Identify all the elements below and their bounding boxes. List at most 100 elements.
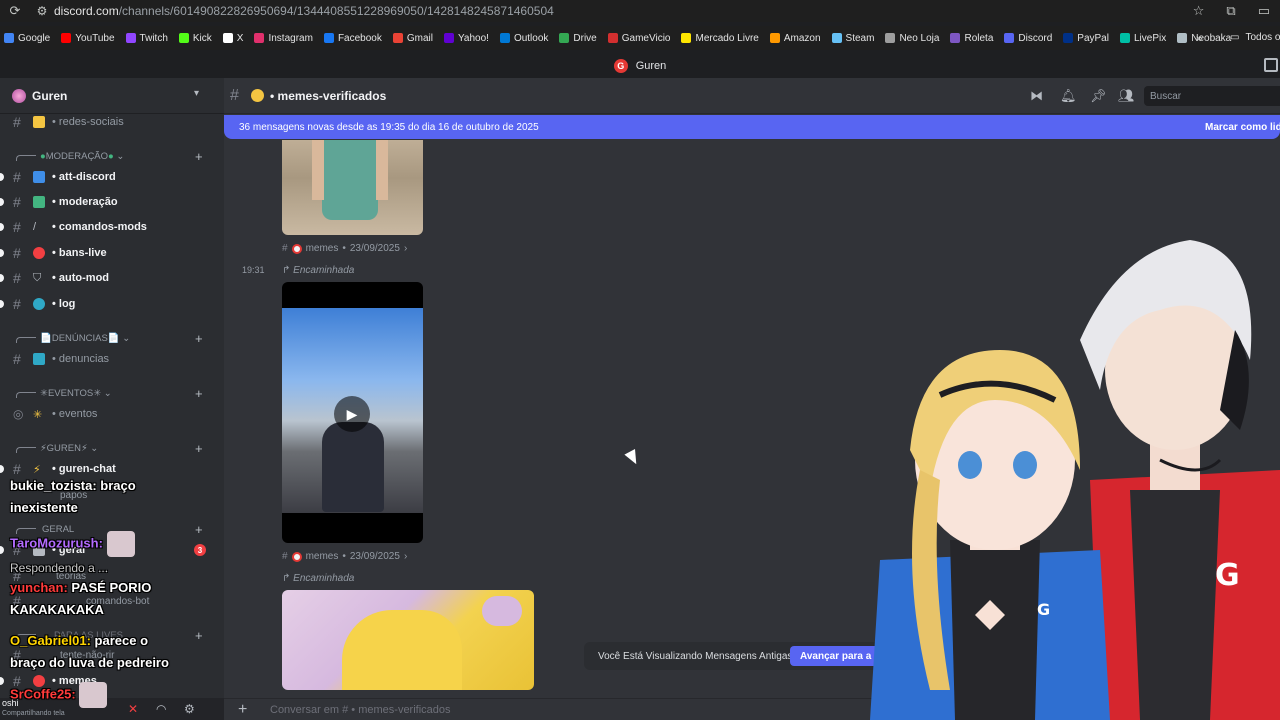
gear-icon[interactable]: ⚙: [184, 702, 195, 716]
app-title: Guren: [635, 60, 667, 72]
hash-icon: #: [13, 114, 21, 130]
site-settings-icon[interactable]: ⚙: [30, 4, 54, 18]
category-guren[interactable]: ⚡GUREN⚡ ⌄ +: [0, 439, 224, 457]
search-input[interactable]: Buscar: [1144, 86, 1280, 106]
more-bookmarks-icon[interactable]: »: [1196, 31, 1203, 45]
bookmark-x[interactable]: X: [222, 33, 243, 44]
bookmark-outlook[interactable]: Outlook: [499, 33, 548, 44]
channel-papos[interactable]: papos: [0, 484, 224, 506]
bookmark-roleta[interactable]: Roleta: [950, 33, 993, 44]
bookmark-twitch[interactable]: Twitch: [125, 33, 168, 44]
channel-auto-mod[interactable]: # ⛉ • auto-mod: [0, 267, 224, 289]
reload-icon[interactable]: ⟳: [0, 3, 30, 19]
bookmark-favicon-icon: [831, 33, 842, 43]
bookmark-paypal[interactable]: PayPal: [1063, 33, 1109, 44]
add-channel-icon[interactable]: +: [195, 386, 203, 401]
category-para-as-lives[interactable]: PARA AS LIVES +: [0, 626, 224, 644]
browser-url-bar: ⟳ ⚙ discord.com/channels/601490822826950…: [0, 0, 1280, 22]
bookmark-youtube[interactable]: YouTube: [61, 33, 115, 44]
bookmark-favicon-icon: [885, 33, 896, 43]
channel-log[interactable]: # • log: [0, 293, 224, 315]
attach-plus-icon[interactable]: +: [238, 701, 247, 719]
channel-denuncias[interactable]: # • denuncias: [0, 348, 224, 370]
video-attachment[interactable]: ▶: [282, 282, 423, 543]
source-icon: [291, 551, 302, 562]
meme-image[interactable]: [282, 590, 534, 690]
chevron-down-icon[interactable]: ▾: [194, 88, 199, 99]
bookmark-steam[interactable]: Steam: [831, 33, 874, 44]
forward-source[interactable]: # memes • 23/09/2025 ›: [282, 243, 407, 254]
bookmark-neobaka[interactable]: Neobaka: [1177, 33, 1231, 44]
category-moderacao[interactable]: ●MODERAÇÃO● ⌄ +: [0, 147, 224, 165]
message-input[interactable]: Conversar em # • memes-verificados: [270, 704, 451, 716]
channel-redes-sociais[interactable]: # • redes-sociais: [0, 111, 224, 133]
bookmark-yahoo-[interactable]: Yahoo!: [443, 33, 489, 44]
channel-tente-nao-rir[interactable]: # tente-não-rir: [0, 644, 224, 666]
bookmark-mercado-livre[interactable]: Mercado Livre: [681, 33, 759, 44]
play-icon[interactable]: ▶: [334, 396, 370, 432]
extensions-icon[interactable]: ⧉: [1226, 3, 1235, 19]
all-bookmarks-folder[interactable]: ▭ Todos o: [1230, 32, 1280, 43]
username: oshi: [2, 698, 19, 708]
add-channel-icon[interactable]: +: [195, 149, 203, 164]
members-icon[interactable]: 👥︎: [1118, 88, 1135, 104]
bookmark-amazon[interactable]: Amazon: [769, 33, 821, 44]
bookmark-facebook[interactable]: Facebook: [323, 33, 382, 44]
add-channel-icon[interactable]: +: [195, 441, 203, 456]
old-messages-text: Você Está Visualizando Mensagens Antigas: [598, 650, 793, 662]
channel-comandos-bot[interactable]: # comandos-bot: [0, 590, 224, 612]
bookmark-label: PayPal: [1077, 32, 1109, 44]
address-field[interactable]: discord.com/channels/601490822826950694/…: [54, 4, 554, 18]
channel-geral[interactable]: # • geral 3: [0, 539, 224, 561]
bookmark-google[interactable]: Google: [4, 33, 50, 44]
category-label: PARA AS LIVES: [54, 629, 124, 641]
new-messages-bar[interactable]: 36 mensagens novas desde as 19:35 do dia…: [224, 115, 1280, 139]
message-composer: + Conversar em # • memes-verificados: [224, 698, 1280, 720]
channel-att-discord[interactable]: # • att-discord: [0, 166, 224, 188]
jump-to-present-button[interactable]: Avançar para a: [790, 646, 882, 666]
channel-memes[interactable]: # • memes: [0, 670, 224, 692]
server-header[interactable]: Guren ▾: [0, 78, 224, 114]
bookmark-drive[interactable]: Drive: [559, 33, 597, 44]
deafen-icon[interactable]: ✕: [128, 702, 138, 716]
bookmark-favicon-icon: [254, 33, 265, 43]
add-channel-icon[interactable]: +: [195, 522, 203, 537]
channel-name: • guren-chat: [52, 463, 116, 475]
channel-teorias[interactable]: # teorias: [0, 565, 224, 587]
bookmark-gamevicio[interactable]: GameVicio: [607, 33, 670, 44]
bookmark-discord[interactable]: Discord: [1004, 33, 1052, 44]
threads-icon[interactable]: ⧓: [1030, 88, 1043, 104]
profile-icon[interactable]: ▭: [1258, 3, 1270, 19]
bookmark-livepix[interactable]: LivePix: [1119, 33, 1166, 44]
bookmark-kick[interactable]: Kick: [178, 33, 212, 44]
bookmark-gmail[interactable]: Gmail: [392, 33, 433, 44]
inbox-icon[interactable]: [1264, 58, 1278, 72]
bell-icon[interactable]: 🔔︎: [1060, 88, 1077, 104]
category-geral[interactable]: GERAL +: [0, 520, 224, 538]
channel-moderacao[interactable]: # • moderação: [0, 191, 224, 213]
add-channel-icon[interactable]: +: [195, 331, 203, 346]
pin-icon[interactable]: 📌︎: [1090, 88, 1107, 104]
channel-title: • memes-verificados: [270, 89, 387, 103]
mark-as-read-button[interactable]: Marcar como lida: [1205, 122, 1280, 133]
category-label: ●MODERAÇÃO● ⌄: [40, 150, 125, 162]
meme-image[interactable]: [282, 140, 423, 235]
bookmark-instagram[interactable]: Instagram: [254, 33, 313, 44]
forward-source[interactable]: # memes • 23/09/2025 ›: [282, 551, 407, 562]
bookmark-neo-loja[interactable]: Neo Loja: [885, 33, 939, 44]
hash-icon: #: [230, 86, 239, 104]
channel-name: • moderação: [52, 196, 118, 208]
bookmark-favicon-icon: [222, 33, 233, 43]
bookmark-favicon-icon: [1004, 33, 1015, 43]
bookmark-star-icon[interactable]: ☆: [1193, 3, 1205, 19]
forwarded-label: ↱ Encaminhada: [282, 265, 355, 276]
category-denuncias[interactable]: 📄DENÚNCIAS📄 ⌄ +: [0, 329, 224, 347]
headphones-icon[interactable]: ◠: [156, 702, 166, 716]
category-label: ⚡GUREN⚡ ⌄: [40, 442, 99, 454]
channel-guren-chat[interactable]: # ⚡ • guren-chat: [0, 458, 224, 480]
channel-bans-live[interactable]: # • bans-live: [0, 242, 224, 264]
channel-comandos-mods[interactable]: # / • comandos-mods: [0, 216, 224, 238]
add-channel-icon[interactable]: +: [195, 628, 203, 643]
category-eventos[interactable]: ✳EVENTOS✳ ⌄ +: [0, 384, 224, 402]
channel-eventos[interactable]: ◎ ✳ • eventos: [0, 403, 224, 425]
